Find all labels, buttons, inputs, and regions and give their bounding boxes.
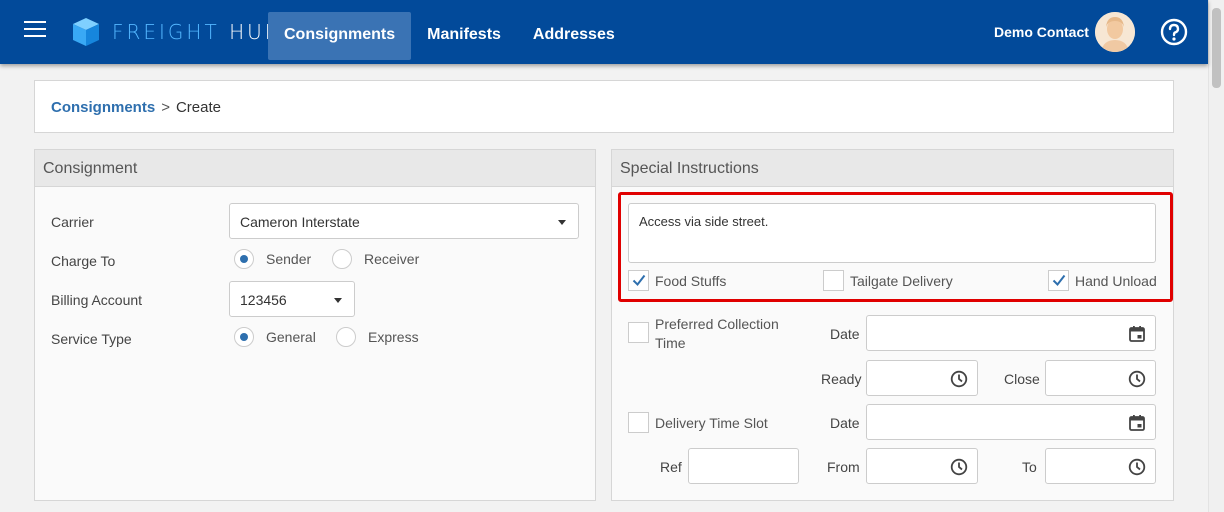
charge-to-receiver-radio[interactable] bbox=[332, 249, 352, 269]
charge-to-label: Charge To bbox=[51, 253, 116, 269]
nav-manifests[interactable]: Manifests bbox=[411, 12, 517, 60]
collection-date-input[interactable] bbox=[866, 315, 1156, 351]
scrollbar-thumb[interactable] bbox=[1212, 8, 1221, 88]
top-bar: FREIGHT HUB Consignments Manifests Addre… bbox=[0, 0, 1208, 64]
user-avatar-icon bbox=[1095, 12, 1135, 52]
delivery-from-input[interactable] bbox=[866, 448, 978, 484]
preferred-collection-label[interactable]: Preferred Collection Time bbox=[655, 315, 779, 353]
breadcrumb-separator: > bbox=[161, 99, 170, 116]
user-name[interactable]: Demo Contact bbox=[994, 24, 1089, 40]
delivery-date-input[interactable] bbox=[866, 404, 1156, 440]
collection-close-label: Close bbox=[1004, 371, 1040, 387]
special-instructions-title: Special Instructions bbox=[612, 150, 1173, 187]
avatar[interactable] bbox=[1095, 12, 1135, 52]
chevron-down-icon bbox=[558, 220, 566, 225]
collection-close-input[interactable] bbox=[1045, 360, 1156, 396]
hand-unload-checkbox[interactable] bbox=[1048, 270, 1069, 291]
logo-text: FREIGHT HUB bbox=[112, 20, 281, 44]
menu-icon[interactable] bbox=[24, 21, 46, 41]
billing-account-value: 123456 bbox=[240, 292, 287, 308]
clock-icon[interactable] bbox=[950, 458, 968, 476]
special-instructions-textarea[interactable]: Access via side street. bbox=[628, 203, 1156, 263]
tailgate-delivery-label[interactable]: Tailgate Delivery bbox=[850, 272, 953, 291]
billing-account-label: Billing Account bbox=[51, 292, 143, 308]
billing-account-select[interactable]: 123456 bbox=[229, 281, 355, 317]
clock-icon[interactable] bbox=[1128, 458, 1146, 476]
checkmark-icon bbox=[1052, 274, 1066, 287]
service-type-express-label[interactable]: Express bbox=[368, 329, 419, 345]
main-nav: Consignments Manifests Addresses bbox=[268, 12, 631, 60]
charge-to-receiver-label[interactable]: Receiver bbox=[364, 251, 419, 267]
collection-date-label: Date bbox=[830, 326, 860, 342]
calendar-icon[interactable] bbox=[1128, 414, 1146, 432]
charge-to-sender-radio[interactable] bbox=[234, 249, 254, 269]
carrier-label: Carrier bbox=[51, 214, 94, 230]
cube-logo-icon bbox=[73, 18, 99, 46]
nav-consignments[interactable]: Consignments bbox=[268, 12, 412, 60]
service-type-express-radio[interactable] bbox=[336, 327, 356, 347]
tailgate-delivery-checkbox[interactable] bbox=[823, 270, 844, 291]
calendar-icon[interactable] bbox=[1128, 325, 1146, 343]
service-type-general-label[interactable]: General bbox=[266, 329, 316, 345]
service-type-label: Service Type bbox=[51, 331, 132, 347]
breadcrumb: Consignments > Create bbox=[51, 99, 221, 116]
carrier-value: Cameron Interstate bbox=[240, 214, 360, 230]
help-icon[interactable] bbox=[1160, 18, 1188, 46]
consignment-panel: Consignment bbox=[34, 149, 596, 501]
clock-icon[interactable] bbox=[1128, 370, 1146, 388]
breadcrumb-current: Create bbox=[175, 99, 221, 116]
charge-to-sender-label[interactable]: Sender bbox=[266, 251, 311, 267]
delivery-to-input[interactable] bbox=[1045, 448, 1156, 484]
delivery-to-label: To bbox=[1022, 459, 1037, 475]
carrier-select[interactable]: Cameron Interstate bbox=[229, 203, 579, 239]
delivery-ref-input[interactable] bbox=[688, 448, 799, 484]
breadcrumb-card: Consignments > Create bbox=[34, 80, 1174, 133]
delivery-time-slot-label[interactable]: Delivery Time Slot bbox=[655, 414, 768, 433]
service-type-general-radio[interactable] bbox=[234, 327, 254, 347]
chevron-down-icon bbox=[334, 298, 342, 303]
food-stuffs-checkbox[interactable] bbox=[628, 270, 649, 291]
hand-unload-label[interactable]: Hand Unload bbox=[1075, 272, 1157, 291]
collection-ready-input[interactable] bbox=[866, 360, 978, 396]
delivery-ref-label: Ref bbox=[660, 459, 682, 475]
logo[interactable]: FREIGHT HUB bbox=[70, 16, 281, 48]
collection-ready-label: Ready bbox=[821, 371, 862, 387]
delivery-date-label: Date bbox=[830, 415, 860, 431]
page-scrollbar[interactable] bbox=[1208, 0, 1224, 512]
checkmark-icon bbox=[632, 274, 646, 287]
consignment-panel-title: Consignment bbox=[35, 150, 595, 187]
preferred-collection-checkbox[interactable] bbox=[628, 322, 649, 343]
nav-addresses[interactable]: Addresses bbox=[517, 12, 631, 60]
delivery-from-label: From bbox=[827, 459, 860, 475]
delivery-time-slot-checkbox[interactable] bbox=[628, 412, 649, 433]
clock-icon[interactable] bbox=[950, 370, 968, 388]
breadcrumb-consignments-link[interactable]: Consignments bbox=[51, 99, 155, 116]
food-stuffs-label[interactable]: Food Stuffs bbox=[655, 272, 726, 291]
